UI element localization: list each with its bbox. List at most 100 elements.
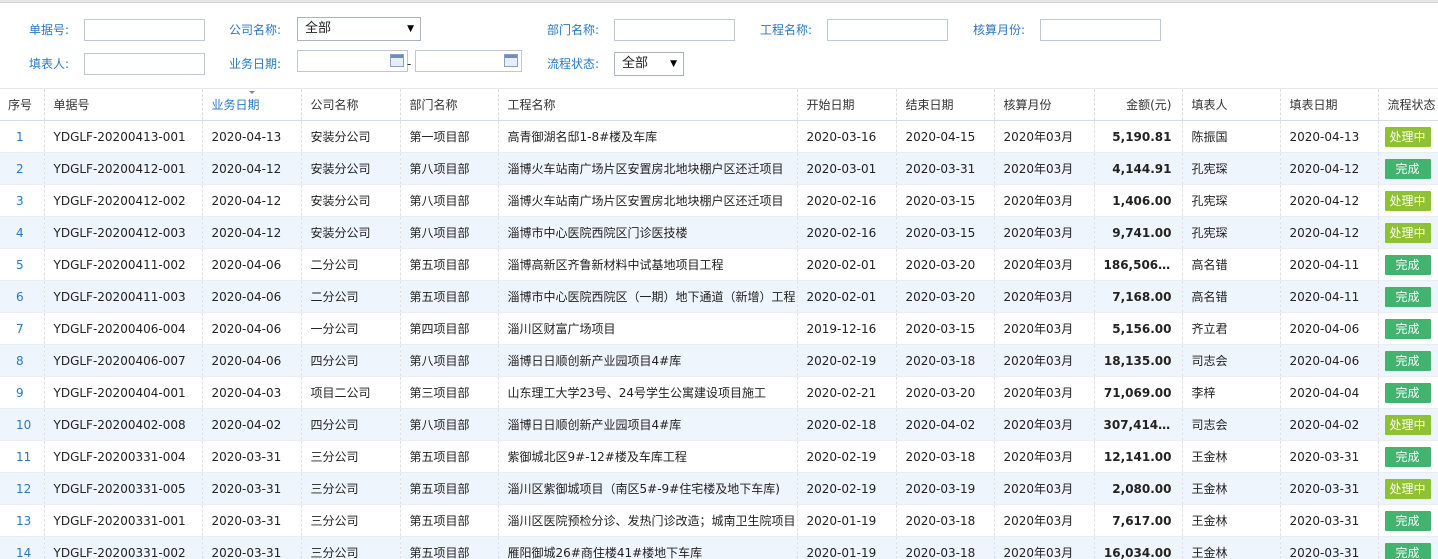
- row-fill-date: 2020-03-31: [1280, 440, 1379, 473]
- col-header-biz-date[interactable]: 业务日期: [202, 88, 302, 121]
- row-index[interactable]: 1: [0, 120, 45, 153]
- row-index[interactable]: 4: [0, 216, 45, 249]
- row-dept: 第一项目部: [400, 120, 499, 153]
- row-doc-no: YDGLF-20200331-002: [44, 536, 203, 559]
- row-start-date: 2020-02-16: [797, 184, 897, 217]
- company-select[interactable]: 全部 ▼: [297, 17, 421, 41]
- col-header-project[interactable]: 工程名称: [498, 88, 798, 121]
- table-row[interactable]: 10 YDGLF-20200402-008 2020-04-02 四分公司 第八项目部淄…: [0, 408, 1438, 441]
- calendar-icon[interactable]: [504, 54, 518, 67]
- row-month: 2020年03月: [994, 120, 1095, 153]
- status-badge[interactable]: 处理中: [1384, 222, 1431, 243]
- col-header-dept[interactable]: 部门名称: [400, 88, 499, 121]
- chevron-down-icon: ▼: [407, 24, 414, 34]
- row-index[interactable]: 2: [0, 152, 45, 185]
- col-header-filler[interactable]: 填表人: [1182, 88, 1281, 121]
- chevron-down-icon: ▼: [670, 59, 677, 69]
- status-select[interactable]: 全部 ▼: [614, 52, 684, 76]
- row-biz-date: 2020-04-06: [202, 280, 302, 313]
- status-badge[interactable]: 处理中: [1384, 414, 1431, 435]
- table-row[interactable]: 6 YDGLF-20200411-003 2020-04-06 二分公司 第五项目部 淄博…: [0, 280, 1438, 313]
- col-header-index[interactable]: 序号: [0, 88, 45, 121]
- col-header-end-date[interactable]: 结束日期: [896, 88, 995, 121]
- row-dept: 第五项目部: [400, 440, 499, 473]
- col-header-fill-date[interactable]: 填表日期: [1280, 88, 1379, 121]
- status-badge[interactable]: 完成: [1384, 350, 1431, 371]
- row-status-cell: 完成: [1378, 504, 1438, 537]
- table-row[interactable]: 5 YDGLF-20200411-002 2020-04-06 二分公司 第五项目部 淄博…: [0, 248, 1438, 281]
- row-filler: 王金林: [1182, 440, 1281, 473]
- status-badge[interactable]: 处理中: [1384, 126, 1431, 147]
- status-badge[interactable]: 完成: [1384, 382, 1431, 403]
- row-start-date: 2020-02-19: [797, 344, 897, 377]
- row-status-cell: 完成: [1378, 312, 1438, 345]
- table-row[interactable]: 11 YDGLF-20200331-004 2020-03-31 三分公司 第五项目部紫…: [0, 440, 1438, 473]
- col-header-start-date[interactable]: 开始日期: [797, 88, 897, 121]
- status-badge[interactable]: 完成: [1384, 318, 1431, 339]
- table-row[interactable]: 2 YDGLF-20200412-001 2020-04-12 安装分公司 第八项目部淄…: [0, 152, 1438, 185]
- row-index[interactable]: 9: [0, 376, 45, 409]
- row-index[interactable]: 13: [0, 504, 45, 537]
- status-badge[interactable]: 处理中: [1384, 478, 1431, 499]
- row-index[interactable]: 12: [0, 472, 45, 505]
- row-doc-no: YDGLF-20200404-001: [44, 376, 203, 409]
- filler-label: 填表人:: [29, 57, 70, 71]
- biz-date-start-input[interactable]: [297, 50, 408, 72]
- status-badge[interactable]: 完成: [1384, 158, 1431, 179]
- row-dept: 第五项目部: [400, 472, 499, 505]
- row-index[interactable]: 10: [0, 408, 45, 441]
- row-end-date: 2020-03-19: [896, 472, 995, 505]
- status-badge[interactable]: 处理中: [1384, 190, 1431, 211]
- status-badge[interactable]: 完成: [1384, 542, 1431, 559]
- col-header-doc-no[interactable]: 单据号: [44, 88, 203, 121]
- row-dept: 第八项目部: [400, 184, 499, 217]
- table-row[interactable]: 14 YDGLF-20200331-002 2020-03-31 三分公司 第五项目部雁…: [0, 536, 1438, 559]
- row-index[interactable]: 6: [0, 280, 45, 313]
- row-doc-no: YDGLF-20200406-004: [44, 312, 203, 345]
- month-input[interactable]: [1040, 19, 1161, 41]
- filler-input[interactable]: [84, 53, 205, 75]
- row-amount: 186,506.00: [1094, 248, 1183, 281]
- calendar-icon[interactable]: [390, 54, 404, 67]
- project-input[interactable]: [827, 19, 948, 41]
- table-row[interactable]: 1 YDGLF-20200413-001 2020-04-13 安装分公司 第一项目部高…: [0, 120, 1438, 153]
- row-fill-date: 2020-04-06: [1280, 344, 1379, 377]
- status-badge[interactable]: 完成: [1384, 510, 1431, 531]
- row-end-date: 2020-03-18: [896, 536, 995, 559]
- row-index[interactable]: 11: [0, 440, 45, 473]
- col-header-company[interactable]: 公司名称: [301, 88, 401, 121]
- col-header-month[interactable]: 核算月份: [994, 88, 1095, 121]
- row-company: 三分公司: [301, 472, 401, 505]
- doc-no-input[interactable]: [84, 19, 205, 41]
- row-project: 淄川区紫御城项目（南区5#-9#住宅楼及地下车库): [498, 472, 798, 505]
- table-row[interactable]: 4 YDGLF-20200412-003 2020-04-12 安装分公司 第八项目部淄…: [0, 216, 1438, 249]
- row-start-date: 2020-02-16: [797, 216, 897, 249]
- status-badge[interactable]: 完成: [1384, 254, 1431, 275]
- row-month: 2020年03月: [994, 344, 1095, 377]
- row-month: 2020年03月: [994, 312, 1095, 345]
- table-row[interactable]: 13 YDGLF-20200331-001 2020-03-31 三分公司 第五项目部淄…: [0, 504, 1438, 537]
- row-biz-date: 2020-03-31: [202, 440, 302, 473]
- dept-label: 部门名称:: [547, 23, 600, 37]
- row-index[interactable]: 3: [0, 184, 45, 217]
- col-header-status[interactable]: 流程状态: [1378, 88, 1438, 121]
- row-index[interactable]: 14: [0, 536, 45, 559]
- table-row[interactable]: 12 YDGLF-20200331-005 2020-03-31 三分公司 第五项目部淄…: [0, 472, 1438, 505]
- row-index[interactable]: 7: [0, 312, 45, 345]
- biz-date-end-input[interactable]: [415, 50, 522, 72]
- row-end-date: 2020-03-15: [896, 312, 995, 345]
- status-badge[interactable]: 完成: [1384, 286, 1431, 307]
- table-row[interactable]: 9 YDGLF-20200404-001 2020-04-03 项目二公司 第三项目部山…: [0, 376, 1438, 409]
- row-doc-no: YDGLF-20200331-004: [44, 440, 203, 473]
- table-row[interactable]: 8 YDGLF-20200406-007 2020-04-06 四分公司 第八项目部 淄博…: [0, 344, 1438, 377]
- row-index[interactable]: 8: [0, 344, 45, 377]
- col-header-amount[interactable]: 金额(元): [1094, 88, 1183, 121]
- row-month: 2020年03月: [994, 280, 1095, 313]
- row-index[interactable]: 5: [0, 248, 45, 281]
- row-company: 二分公司: [301, 248, 401, 281]
- table-row[interactable]: 3 YDGLF-20200412-002 2020-04-12 安装分公司 第八项目部淄…: [0, 184, 1438, 217]
- row-biz-date: 2020-03-31: [202, 536, 302, 559]
- table-row[interactable]: 7 YDGLF-20200406-004 2020-04-06 一分公司 第四项目部 淄川…: [0, 312, 1438, 345]
- dept-input[interactable]: [614, 19, 735, 41]
- status-badge[interactable]: 完成: [1384, 446, 1431, 467]
